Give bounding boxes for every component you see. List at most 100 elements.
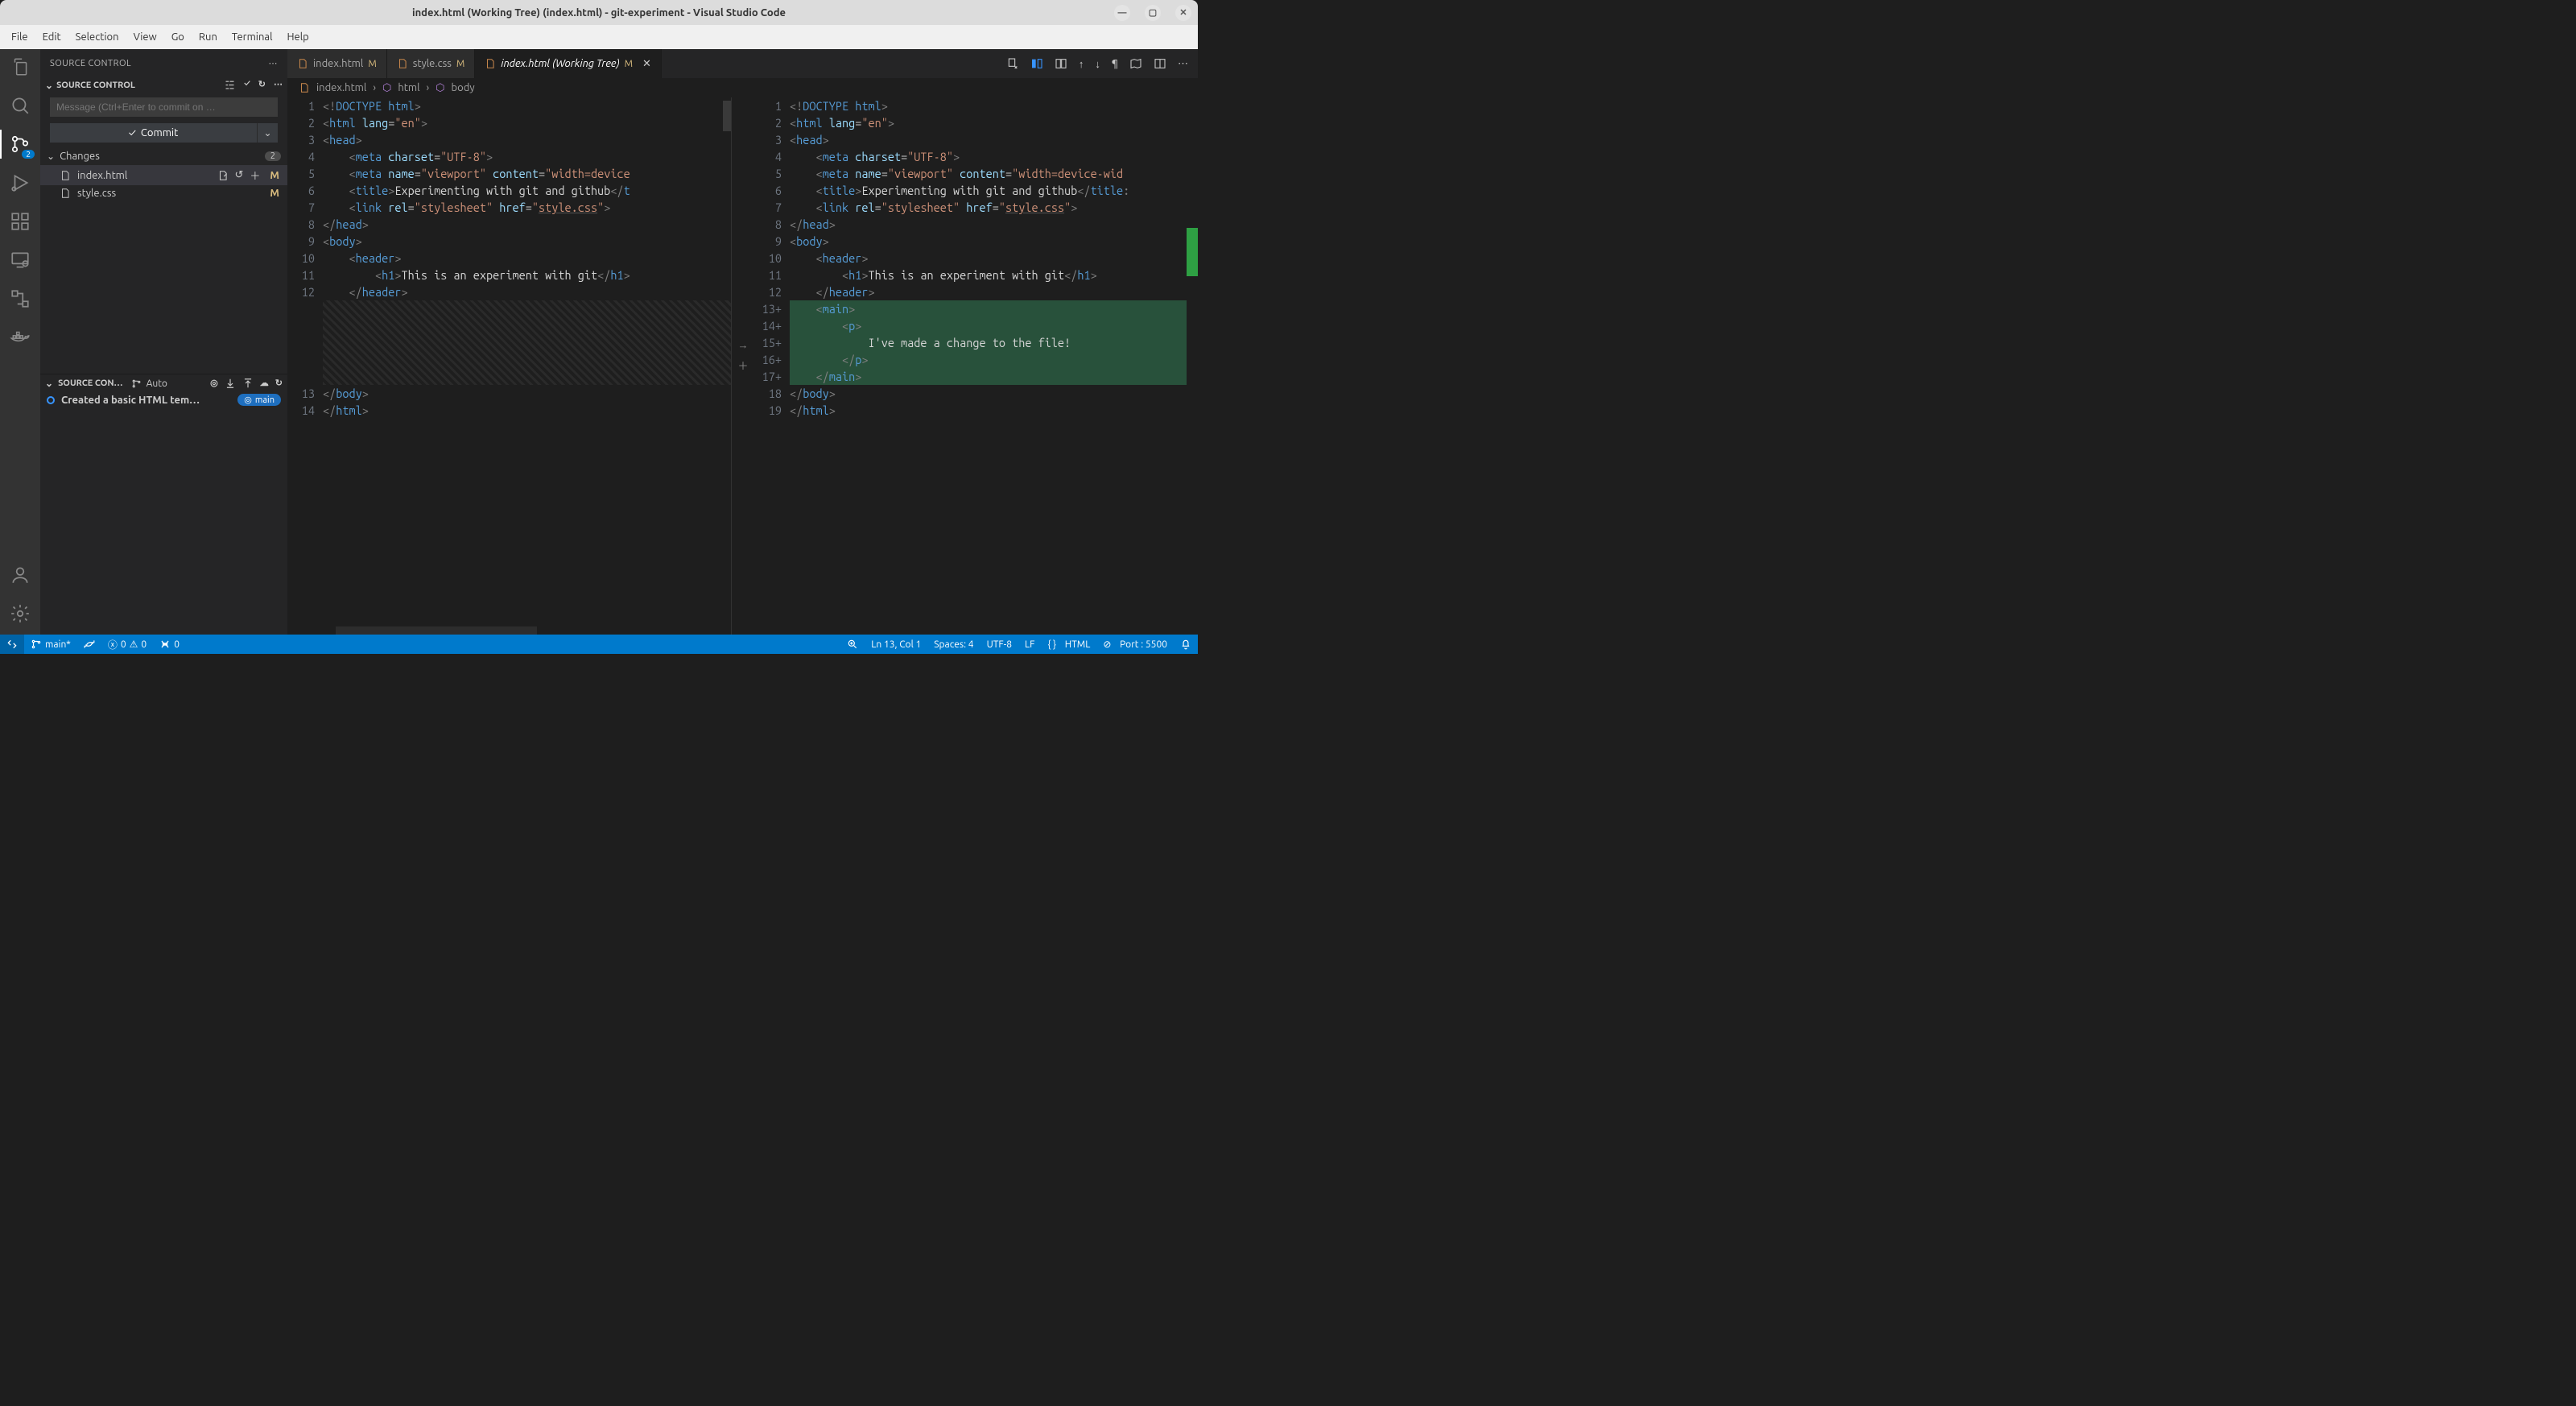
diff-original-pane[interactable]: 1234567891011121314 <!DOCTYPE html><html… (287, 97, 732, 635)
branch-indicator-icon[interactable] (131, 378, 142, 389)
next-change-icon[interactable]: ↓ (1095, 58, 1100, 70)
file-icon (297, 58, 308, 69)
window-title: index.html (Working Tree) (index.html) -… (412, 7, 786, 19)
changed-file-row[interactable]: style.cssM (40, 185, 287, 201)
accounts-icon[interactable] (9, 564, 31, 586)
changes-count: 2 (265, 151, 281, 161)
diff-modified-pane[interactable]: 12345678910111213+14+15+16+17+1819 <!DOC… (754, 97, 1198, 635)
menu-help[interactable]: Help (280, 28, 315, 46)
run-debug-icon[interactable] (9, 172, 31, 194)
scm-section-header[interactable]: ⌄ SOURCE CONTROL ✓ ↻ ⋯ (40, 77, 287, 93)
status-branch[interactable]: main* (24, 639, 77, 650)
graph-refresh-icon[interactable]: ↻ (275, 378, 283, 389)
changed-file-row[interactable]: index.html↺＋M (40, 165, 287, 185)
commit-action-icon[interactable]: ✓ (244, 79, 250, 91)
graph-cloud-icon[interactable]: ☁ (260, 378, 269, 389)
remote-indicator[interactable] (0, 635, 24, 654)
overview-ruler[interactable] (1187, 97, 1198, 635)
ports-icon[interactable] (9, 287, 31, 310)
compare-icon[interactable] (1030, 57, 1043, 70)
horizontal-scrollbar[interactable] (336, 626, 537, 635)
check-icon: ✓ (129, 127, 136, 139)
menu-edit[interactable]: Edit (36, 28, 68, 46)
window-maximize-button[interactable]: ▢ (1145, 5, 1161, 21)
status-eol[interactable]: LF (1018, 639, 1041, 650)
status-indentation[interactable]: Spaces: 4 (927, 639, 980, 650)
status-zoom[interactable] (840, 639, 865, 650)
editor-tab[interactable]: style.css M (387, 49, 476, 78)
editor-tab[interactable]: index.html M (287, 49, 387, 78)
status-language[interactable]: { } HTML (1041, 639, 1096, 650)
source-control-icon[interactable]: 2 (9, 133, 31, 155)
breadcrumb[interactable]: index.html › ⬡ html › ⬡ body (287, 78, 1198, 97)
status-sync[interactable] (77, 639, 101, 650)
menu-go[interactable]: Go (165, 28, 191, 46)
commit-message-input[interactable] (50, 97, 278, 117)
revert-change-icon[interactable]: → (738, 339, 749, 351)
file-name: index.html (77, 170, 127, 181)
chevron-down-icon: ⌄ (45, 378, 53, 389)
status-ports[interactable]: 0 (153, 639, 186, 650)
branch-pill[interactable]: ◎ main (237, 394, 281, 406)
diff-gutter-actions: → ＋ (732, 97, 754, 635)
commit-dropdown-button[interactable]: ⌄ (257, 123, 278, 143)
toggle-inline-icon[interactable] (1055, 57, 1067, 70)
commit-graph-row[interactable]: Created a basic HTML tem… ◎ main (40, 391, 287, 409)
docker-icon[interactable] (9, 326, 31, 349)
menu-run[interactable]: Run (192, 28, 224, 46)
editor-tab[interactable]: index.html (Working Tree) M✕ (475, 49, 662, 78)
settings-gear-icon[interactable] (9, 602, 31, 625)
sidebar: SOURCE CONTROL ⋯ ⌄ SOURCE CONTROL ✓ ↻ ⋯ … (40, 49, 287, 635)
auto-label[interactable]: Auto (147, 378, 167, 389)
breadcrumb-item[interactable]: html (398, 82, 419, 93)
sidebar-more-icon[interactable]: ⋯ (269, 58, 279, 68)
branch-name: main (255, 395, 275, 405)
discard-icon[interactable]: ↺ (235, 169, 244, 181)
diff-container: 1234567891011121314 <!DOCTYPE html><html… (287, 97, 1198, 635)
changes-header[interactable]: ⌄ Changes 2 (40, 147, 287, 165)
explorer-icon[interactable] (9, 56, 31, 78)
file-status: M (270, 188, 279, 199)
window-controls: — ▢ ✕ (1114, 5, 1191, 21)
status-cursor-position[interactable]: Ln 13, Col 1 (865, 639, 927, 650)
element-icon: ⬡ (436, 82, 444, 94)
chevron-down-icon: ⌄ (47, 151, 55, 162)
stage-change-icon[interactable]: ＋ (737, 358, 748, 373)
error-icon: ⓧ (108, 638, 118, 651)
braces-icon: { } (1047, 639, 1056, 650)
menu-selection[interactable]: Selection (69, 28, 126, 46)
refresh-icon[interactable]: ↻ (258, 79, 266, 91)
graph-pull-icon[interactable] (225, 378, 236, 389)
graph-target-icon[interactable]: ◎ (210, 378, 218, 389)
target-icon: ◎ (244, 395, 252, 405)
menu-terminal[interactable]: Terminal (225, 28, 279, 46)
window-close-button[interactable]: ✕ (1175, 5, 1191, 21)
more-icon[interactable]: ⋯ (274, 79, 283, 91)
scm-graph-header[interactable]: ⌄ SOURCE CON… Auto ◎ ☁ ↻ (40, 376, 287, 391)
status-notifications[interactable] (1174, 639, 1198, 650)
breadcrumb-item[interactable]: index.html (316, 82, 366, 93)
breadcrumb-item[interactable]: body (452, 82, 475, 93)
search-icon[interactable] (9, 94, 31, 117)
open-file-icon[interactable] (217, 170, 229, 181)
status-live-server[interactable]: ⊘ Port : 5500 (1096, 639, 1174, 650)
split-editor-icon[interactable] (1154, 57, 1166, 70)
whitespace-icon[interactable]: ¶ (1112, 58, 1118, 69)
editor-more-icon[interactable]: ⋯ (1178, 58, 1188, 70)
menu-view[interactable]: View (127, 28, 163, 46)
go-to-file-icon[interactable] (1006, 57, 1019, 70)
commit-button[interactable]: ✓ Commit (50, 123, 257, 143)
stage-icon[interactable]: ＋ (250, 167, 260, 183)
window-minimize-button[interactable]: — (1114, 5, 1130, 21)
menu-file[interactable]: File (5, 28, 35, 46)
close-tab-icon[interactable]: ✕ (642, 58, 651, 70)
map-icon[interactable] (1129, 57, 1142, 70)
view-tree-icon[interactable] (224, 79, 236, 91)
graph-push-icon[interactable] (242, 378, 254, 389)
status-problems[interactable]: ⓧ0 ⚠0 (101, 638, 153, 651)
prev-change-icon[interactable]: ↑ (1079, 58, 1084, 70)
status-encoding[interactable]: UTF-8 (980, 639, 1018, 650)
minimap[interactable] (723, 101, 731, 131)
remote-explorer-icon[interactable] (9, 249, 31, 271)
extensions-icon[interactable] (9, 210, 31, 233)
